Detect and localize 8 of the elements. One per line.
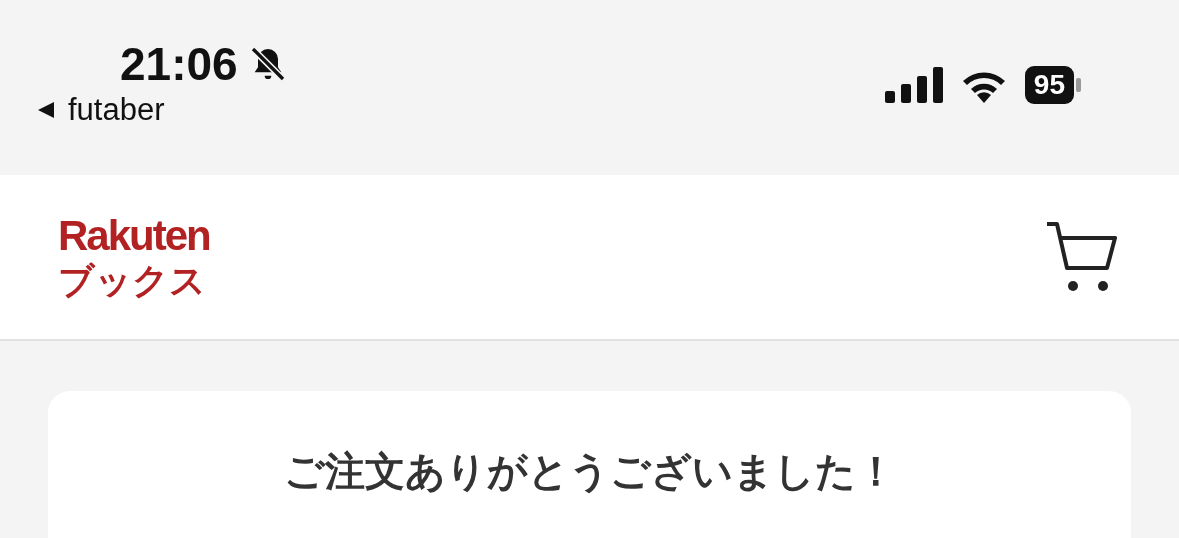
back-triangle-icon[interactable] xyxy=(36,100,56,120)
signal-icon xyxy=(884,67,943,103)
card-title: ご注文ありがとうございました！ xyxy=(283,447,896,496)
store-logo[interactable]: Rakuten ブックス xyxy=(58,215,210,299)
back-link[interactable]: futaber xyxy=(68,92,165,128)
cart-icon[interactable] xyxy=(1045,220,1117,294)
clock-time: 21:06 xyxy=(120,38,238,90)
battery-indicator: 95 xyxy=(1024,66,1081,104)
